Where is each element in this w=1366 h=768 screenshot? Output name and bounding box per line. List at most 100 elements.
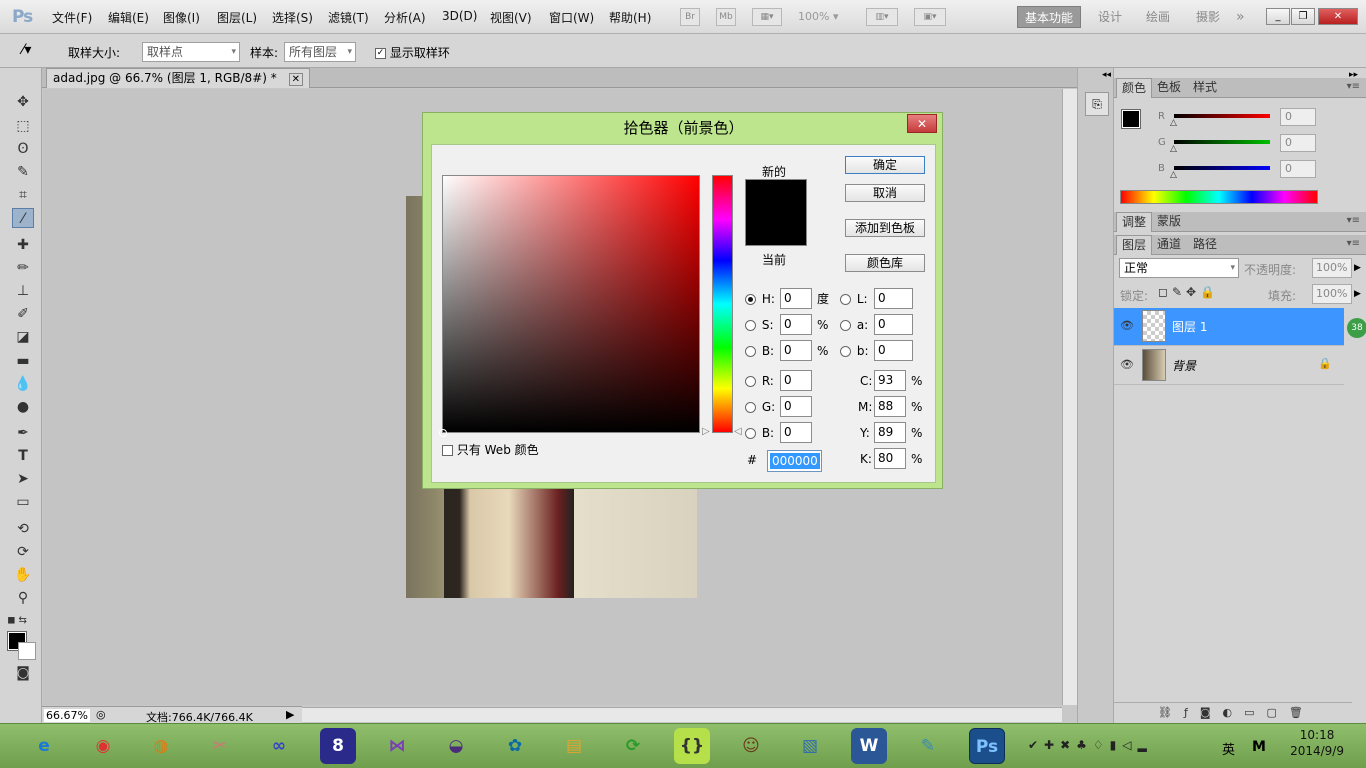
- close-window-button[interactable]: ✕: [1318, 8, 1358, 25]
- fill-input[interactable]: 100%: [1312, 284, 1352, 304]
- document-tab[interactable]: adad.jpg @ 66.7% (图层 1, RGB/8#) * ✕: [46, 68, 310, 88]
- history-brush-tool-icon[interactable]: ✐: [12, 304, 34, 324]
- magenta-field[interactable]: M: 88 %: [858, 396, 930, 418]
- green-slider[interactable]: G △ 0: [1118, 134, 1338, 154]
- menu-filter[interactable]: 滤镜(T): [328, 9, 369, 26]
- new-current-color-swatch[interactable]: [745, 179, 807, 246]
- web-colors-only-checkbox[interactable]: 只有 Web 颜色: [442, 441, 539, 458]
- hand-tool-icon[interactable]: ✋: [12, 565, 34, 585]
- screen-mode-icon[interactable]: ▣▾: [914, 8, 946, 26]
- app-8-icon[interactable]: 8: [320, 728, 356, 764]
- status-menu-arrow-icon[interactable]: ▶: [286, 708, 294, 721]
- hue-field[interactable]: H: 0 度: [745, 288, 835, 310]
- saturation-field[interactable]: S: 0 %: [745, 314, 835, 336]
- workspace-essentials[interactable]: 基本功能: [1017, 6, 1082, 28]
- horizontal-scrollbar[interactable]: [302, 707, 1062, 722]
- marquee-tool-icon[interactable]: ⬚: [12, 116, 34, 136]
- clone-stamp-tool-icon[interactable]: ⊥: [12, 281, 34, 301]
- photoshop-taskbar-icon[interactable]: Ps: [969, 728, 1005, 764]
- tab-color[interactable]: 颜色: [1116, 78, 1153, 98]
- zoom-readout[interactable]: 66.67%: [44, 709, 90, 722]
- blur-tool-icon[interactable]: 💧: [12, 374, 34, 394]
- tab-paths[interactable]: 路径: [1188, 235, 1222, 255]
- add-to-swatches-button[interactable]: 添加到色板: [845, 219, 925, 237]
- arrange-documents-icon[interactable]: ▥▾: [866, 8, 898, 26]
- menu-help[interactable]: 帮助(H): [609, 9, 651, 26]
- gradient-tool-icon[interactable]: ▬: [12, 351, 34, 371]
- show-sampling-ring-checkbox[interactable]: ✓ 显示取样环: [375, 44, 450, 61]
- pen-tool-icon[interactable]: ✒: [12, 423, 34, 443]
- tab-masks[interactable]: 蒙版: [1152, 212, 1186, 232]
- tab-layers[interactable]: 图层: [1116, 235, 1153, 255]
- media-player-icon[interactable]: ✿: [497, 728, 533, 764]
- yellow-field[interactable]: Y: 89 %: [860, 422, 930, 444]
- history-panel-icon[interactable]: ⎘: [1085, 92, 1109, 116]
- collapse-panels-icon[interactable]: ◂◂: [1102, 70, 1111, 80]
- opacity-arrow-icon[interactable]: ▶: [1354, 258, 1361, 278]
- ime-mode-icon[interactable]: M: [1252, 739, 1266, 755]
- restore-button[interactable]: ❐: [1291, 8, 1315, 25]
- brush-tool-icon[interactable]: ✏: [12, 258, 34, 278]
- tab-styles[interactable]: 样式: [1188, 78, 1222, 98]
- quick-selection-tool-icon[interactable]: ✎: [12, 162, 34, 182]
- eyedropper-tool-icon[interactable]: ⁄: [12, 208, 34, 228]
- photo-viewer-icon[interactable]: ▧: [792, 728, 828, 764]
- hue-slider[interactable]: [712, 175, 733, 433]
- hex-color-input[interactable]: 000000: [767, 450, 822, 472]
- ok-button[interactable]: 确定: [845, 156, 925, 174]
- visual-studio-icon[interactable]: ⋈: [379, 728, 415, 764]
- menu-3d[interactable]: 3D(D): [442, 9, 477, 23]
- notification-badge[interactable]: 38: [1347, 318, 1366, 338]
- infinity-app-icon[interactable]: ∞: [261, 728, 297, 764]
- tools-icon[interactable]: ✂: [202, 728, 238, 764]
- healing-brush-tool-icon[interactable]: ✚: [12, 235, 34, 255]
- menu-select[interactable]: 选择(S): [272, 9, 313, 26]
- lab-a-field[interactable]: a: 0: [840, 314, 920, 336]
- dodge-tool-icon[interactable]: ●: [12, 397, 34, 417]
- sync-app-icon[interactable]: ⟳: [615, 728, 651, 764]
- menu-analysis[interactable]: 分析(A): [384, 9, 426, 26]
- background-color-swatch[interactable]: [18, 642, 36, 660]
- zoom-level-select[interactable]: 100% ▾: [798, 8, 850, 26]
- notepad-icon[interactable]: ✎: [910, 728, 946, 764]
- menu-layer[interactable]: 图层(L): [217, 9, 257, 26]
- blue-field[interactable]: B: 0: [745, 422, 825, 444]
- opacity-input[interactable]: 100%: [1312, 258, 1352, 278]
- chrome-icon[interactable]: ◉: [85, 728, 121, 764]
- panel-menu-icon[interactable]: ▾≡: [1347, 215, 1360, 226]
- red-slider[interactable]: R △ 0: [1118, 108, 1338, 128]
- crop-tool-icon[interactable]: ⌗: [12, 185, 34, 205]
- path-selection-tool-icon[interactable]: ➤: [12, 469, 34, 489]
- minibridge-icon[interactable]: Mb: [716, 8, 736, 26]
- ie-icon[interactable]: e: [26, 728, 62, 764]
- 3d-orbit-tool-icon[interactable]: ⟳: [12, 542, 34, 562]
- system-tray-icons[interactable]: ✔✚✖♣♢▮◁▂: [1028, 738, 1153, 752]
- move-tool-icon[interactable]: ✥: [12, 92, 34, 112]
- view-extras-icon[interactable]: ▦▾: [752, 8, 782, 26]
- ime-indicator[interactable]: 英: [1222, 739, 1235, 758]
- rectangle-tool-icon[interactable]: ▭: [12, 492, 34, 512]
- black-field[interactable]: K: 80 %: [860, 448, 930, 470]
- brackets-icon[interactable]: {}: [674, 728, 710, 764]
- hue-slider-left-arrow-icon[interactable]: ▷: [702, 426, 710, 437]
- layers-panel-footer[interactable]: ⛓ƒ◙◐▭▢🗑: [1114, 702, 1352, 722]
- color-picker-cursor[interactable]: [439, 429, 447, 437]
- lasso-tool-icon[interactable]: ʘ: [12, 139, 34, 159]
- 3d-rotate-tool-icon[interactable]: ⟲: [12, 519, 34, 539]
- visibility-eye-icon[interactable]: 👁: [1120, 319, 1134, 332]
- menu-edit[interactable]: 编辑(E): [108, 9, 149, 26]
- workspace-photography[interactable]: 摄影: [1189, 6, 1227, 28]
- close-document-icon[interactable]: ✕: [288, 73, 303, 86]
- panel-menu-icon[interactable]: ▾≡: [1347, 238, 1360, 249]
- blend-mode-select[interactable]: 正常 ▾: [1119, 258, 1239, 278]
- cyan-field[interactable]: C: 93 %: [860, 370, 930, 392]
- tab-channels[interactable]: 通道: [1152, 235, 1186, 255]
- lab-b-field[interactable]: b: 0: [840, 340, 920, 362]
- minimize-button[interactable]: _: [1266, 8, 1290, 25]
- more-workspaces-icon[interactable]: »: [1229, 6, 1252, 28]
- red-field[interactable]: R: 0: [745, 370, 825, 392]
- visibility-eye-icon[interactable]: 👁: [1120, 358, 1134, 371]
- type-tool-icon[interactable]: T: [12, 446, 34, 466]
- fill-arrow-icon[interactable]: ▶: [1354, 284, 1361, 304]
- lock-icons[interactable]: ◻✎✥🔒: [1158, 285, 1219, 299]
